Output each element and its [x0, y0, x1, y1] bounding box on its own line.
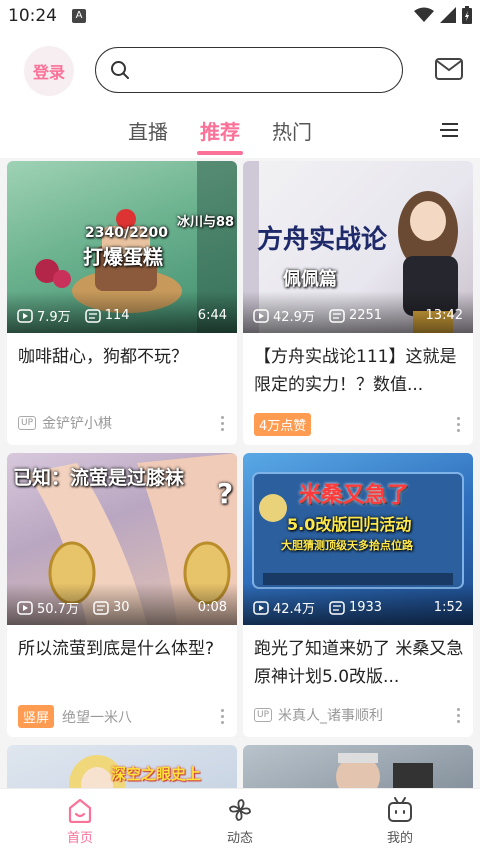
view-count: 50.7万 [17, 598, 79, 617]
more-options-icon[interactable] [451, 707, 465, 723]
video-stats: 7.9万 114 6:44 [17, 306, 227, 325]
video-meta: UP 米真人_诸事顺利 [254, 705, 465, 725]
home-icon [68, 798, 92, 823]
play-count-icon [253, 600, 269, 615]
uploader-name[interactable]: 绝望一米八 [62, 707, 132, 727]
thumbnail-text: 2340/2200 [85, 225, 169, 241]
video-feed: 2340/2200 打爆蛋糕 冰川与88 7.9万 114 6:44 咖啡甜心，… [0, 158, 480, 788]
video-thumbnail[interactable]: 深空之眼史上 [7, 745, 237, 788]
video-thumbnail[interactable]: 2340/2200 打爆蛋糕 冰川与88 7.9万 114 6:44 [7, 161, 237, 333]
uploader-name[interactable]: 米真人_诸事顺利 [278, 705, 383, 725]
danmaku-icon [329, 600, 345, 615]
status-icons [414, 6, 472, 24]
wifi-icon [414, 7, 434, 22]
up-badge: UP [254, 708, 273, 722]
question-mark-icon: ? [217, 477, 234, 510]
thumbnail-text: 方舟实战论 [257, 225, 388, 255]
more-options-icon[interactable] [451, 417, 465, 432]
video-card[interactable]: 米桑又急了 5.0改版回归活动 大胆猜测顶级天多拾点位路 42.4万 1933 … [243, 453, 473, 737]
thumbnail-text: 已知：流萤是过膝袜 [13, 467, 185, 489]
video-duration: 1:52 [433, 600, 463, 615]
login-button[interactable]: 登录 [24, 46, 74, 96]
tab-hot[interactable]: 热门 [272, 116, 312, 145]
top-header: 登录 [0, 32, 480, 108]
nav-mine-label: 我的 [386, 831, 413, 846]
thumbnail-text: 深空之眼史上 [111, 765, 202, 783]
video-stats: 50.7万 30 0:08 [17, 598, 227, 617]
play-count-icon [17, 600, 33, 615]
danmaku-count: 30 [93, 600, 130, 615]
channel-tabs: 直播 推荐 热门 [0, 108, 480, 158]
thumbnail-art [336, 753, 433, 788]
status-bar: 10:24 A [0, 0, 480, 32]
thumbnail-text: 大胆猜测顶级天多拾点位路 [281, 539, 413, 552]
video-stats: 42.9万 2251 13:42 [253, 306, 463, 325]
nav-home-label: 首页 [66, 831, 93, 846]
video-title[interactable]: 【方舟实战论111】这就是限定的实力！？数值... [254, 343, 464, 399]
video-card[interactable]: 深空之眼史上 [7, 745, 237, 788]
view-count: 42.4万 [253, 598, 315, 617]
video-thumbnail[interactable]: 米桑又急了 5.0改版回归活动 大胆猜测顶级天多拾点位路 42.4万 1933 … [243, 453, 473, 625]
danmaku-icon [329, 308, 345, 323]
thumbnail-text: 打爆蛋糕 [83, 245, 163, 269]
thumbnail-text: 5.0改版回归活动 [287, 515, 412, 534]
search-input[interactable] [95, 47, 403, 93]
danmaku-icon [84, 308, 101, 323]
play-count-icon [17, 308, 33, 323]
view-count: 7.9万 [17, 306, 71, 325]
tab-recommend[interactable]: 推荐 [200, 116, 240, 145]
danmaku-count: 1933 [329, 600, 382, 615]
play-count-icon [253, 308, 269, 323]
nav-dynamic-label: 动态 [226, 831, 253, 846]
nav-dynamic[interactable]: 动态 [200, 797, 280, 846]
tab-live[interactable]: 直播 [128, 116, 168, 145]
menu-icon[interactable] [440, 121, 460, 139]
more-options-icon[interactable] [215, 415, 229, 431]
video-card[interactable]: 2340/2200 打爆蛋糕 冰川与88 7.9万 114 6:44 咖啡甜心，… [7, 161, 237, 445]
video-meta: 4万点赞 [254, 413, 465, 436]
video-title[interactable]: 咖啡甜心，狗都不玩？ [18, 343, 228, 371]
thumbnail-text: 冰川与88 [177, 215, 235, 230]
likes-tag: 4万点赞 [254, 413, 312, 436]
danmaku-count: 2251 [329, 308, 382, 323]
thumbnail-text: 米桑又急了 [299, 483, 410, 508]
status-time: 10:24 [8, 6, 57, 26]
danmaku-icon [93, 600, 109, 615]
signal-icon [440, 7, 456, 23]
video-meta: UP 金铲铲小棋 [18, 413, 229, 433]
keyboard-indicator-icon: A [72, 9, 86, 23]
video-duration: 0:08 [197, 600, 227, 615]
video-meta: 竖屏 绝望一米八 [18, 705, 229, 728]
video-thumbnail[interactable]: 已知：流萤是过膝袜 ? 50.7万 30 0:08 [7, 453, 237, 625]
danmaku-count: 114 [84, 308, 130, 323]
bottom-navigation: 首页 动态 我的 [0, 788, 480, 853]
mail-icon[interactable] [435, 58, 463, 80]
tv-icon [388, 797, 412, 822]
vertical-tag: 竖屏 [18, 705, 55, 728]
nav-mine[interactable]: 我的 [360, 797, 440, 846]
video-title[interactable]: 跑光了知道来奶了 米桑又急 原神计划5.0改版... [254, 635, 464, 691]
video-card[interactable]: 方舟实战论 佩佩篇 42.9万 2251 13:42 【方舟实战论111】这就是… [243, 161, 473, 445]
more-options-icon[interactable] [215, 709, 229, 724]
video-thumbnail[interactable] [243, 745, 473, 788]
uploader-name[interactable]: 金铲铲小棋 [42, 413, 112, 433]
thumbnail-text: 佩佩篇 [283, 269, 337, 290]
video-card[interactable]: 已知：流萤是过膝袜 ? 50.7万 30 0:08 所以流萤到底是什么体型? 竖… [7, 453, 237, 737]
active-tab-indicator [197, 151, 243, 155]
video-duration: 6:44 [197, 308, 227, 323]
video-duration: 13:42 [425, 308, 463, 323]
search-icon [111, 61, 129, 79]
video-thumbnail[interactable]: 方舟实战论 佩佩篇 42.9万 2251 13:42 [243, 161, 473, 333]
nav-home[interactable]: 首页 [40, 797, 120, 846]
video-stats: 42.4万 1933 1:52 [253, 598, 463, 617]
video-card[interactable] [243, 745, 473, 788]
view-count: 42.9万 [253, 306, 315, 325]
video-title[interactable]: 所以流萤到底是什么体型? [18, 635, 228, 663]
battery-icon [462, 6, 472, 24]
up-badge: UP [18, 416, 37, 430]
pinwheel-icon [229, 799, 251, 821]
